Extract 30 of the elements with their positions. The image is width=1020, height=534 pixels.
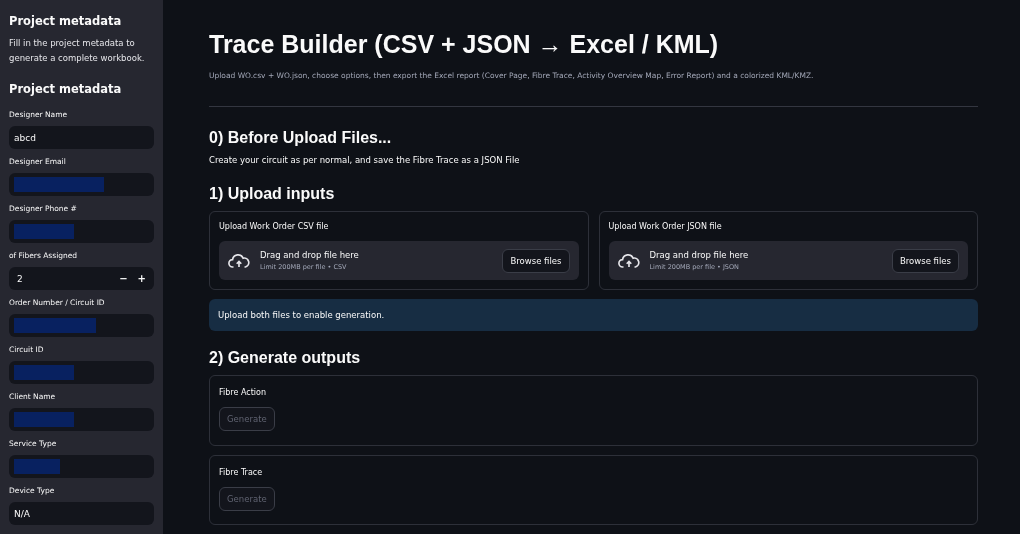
text-input[interactable]: abcd bbox=[9, 126, 154, 149]
text-input[interactable]: N/A bbox=[9, 502, 154, 525]
number-input[interactable]: 2 − + bbox=[9, 267, 154, 290]
output-label: Fibre Trace bbox=[219, 467, 264, 477]
uploader-label: Upload Work Order CSV file bbox=[219, 222, 330, 231]
cloud-upload-icon bbox=[228, 252, 250, 269]
section-heading: 0) Before Upload Files... bbox=[209, 129, 393, 147]
increment-button[interactable]: + bbox=[137, 273, 146, 284]
redacted-input[interactable] bbox=[9, 455, 154, 478]
redacted-input[interactable] bbox=[9, 361, 154, 384]
output-label: Fibre Action bbox=[219, 388, 267, 397]
decrement-button[interactable]: − bbox=[119, 273, 128, 284]
browse-files-button[interactable]: Browse files bbox=[502, 248, 570, 273]
sidebar-description: Fill in the project metadata to generate a complete workbook. bbox=[9, 37, 146, 65]
uploader-label: Upload Work Order JSON file bbox=[608, 222, 723, 231]
info-banner: Upload both files to enable generation. bbox=[209, 299, 978, 331]
redacted-input[interactable] bbox=[9, 314, 154, 337]
browse-files-button[interactable]: Browse files bbox=[891, 248, 959, 273]
redacted-input[interactable] bbox=[9, 173, 154, 196]
page-title: Trace Builder (CSV + JSON → Excel / KML) bbox=[209, 30, 720, 59]
redacted-input[interactable] bbox=[9, 408, 154, 431]
sidebar-title: Project metadata bbox=[9, 14, 123, 28]
section-heading: 1) Upload inputs bbox=[209, 185, 336, 203]
sidebar-heading: Project metadata bbox=[9, 82, 123, 96]
redacted-input[interactable] bbox=[9, 220, 154, 243]
drop-text: Drag and drop file here bbox=[260, 250, 360, 260]
cloud-upload-icon bbox=[617, 252, 640, 269]
section-heading: 2) Generate outputs bbox=[209, 349, 362, 367]
drop-text: Drag and drop file here bbox=[649, 250, 750, 260]
instruction-text: Create your circuit as per normal, and save the Fibre Trace as a JSON File bbox=[209, 155, 521, 165]
